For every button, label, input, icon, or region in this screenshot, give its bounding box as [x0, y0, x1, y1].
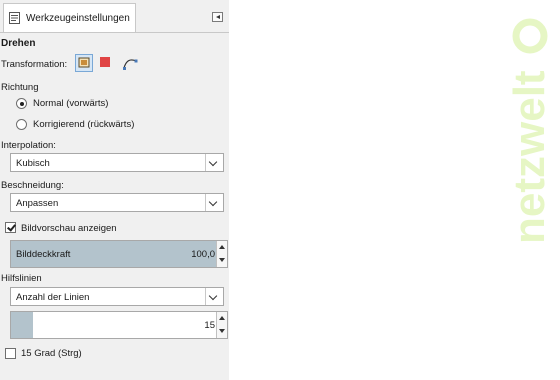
- tool-options-panel: Werkzeugeinstellungen Drehen Transformat…: [0, 0, 229, 380]
- tab-tool-options[interactable]: Werkzeugeinstellungen: [3, 3, 136, 32]
- transformation-label: Transformation:: [1, 59, 68, 70]
- interpolation-value: Kubisch: [16, 157, 50, 169]
- netzwelt-watermark: netzwelt: [500, 10, 560, 250]
- svg-text:netzwelt: netzwelt: [505, 70, 554, 244]
- clipping-value: Anpassen: [16, 197, 59, 209]
- spin-up-icon[interactable]: [217, 241, 227, 254]
- tab-label: Werkzeugeinstellungen: [26, 13, 130, 24]
- opacity-spin-buttons: [216, 241, 227, 267]
- transform-selection-button[interactable]: [97, 54, 115, 72]
- angle15-label[interactable]: 15 Grad (Strg): [21, 348, 82, 359]
- radio-normal-label[interactable]: Normal (vorwärts): [33, 98, 108, 109]
- opacity-label: Bilddeckkraft: [16, 249, 71, 260]
- lines-fill: [11, 312, 33, 338]
- lines-value: 15: [204, 320, 215, 331]
- chevron-down-icon: [205, 194, 223, 211]
- spin-down-icon[interactable]: [217, 325, 227, 338]
- preview-label[interactable]: Bildvorschau anzeigen: [21, 223, 117, 234]
- radio-corrective[interactable]: [16, 119, 27, 130]
- tool-options-icon: [9, 12, 20, 24]
- interpolation-label: Interpolation:: [1, 140, 56, 151]
- radio-corrective-label[interactable]: Korrigierend (rückwärts): [33, 119, 134, 130]
- angle15-checkbox[interactable]: [5, 348, 16, 359]
- spin-up-icon[interactable]: [217, 312, 227, 325]
- transform-layer-button[interactable]: [75, 54, 93, 72]
- clipping-select[interactable]: Anpassen: [10, 193, 224, 212]
- lines-spin-buttons: [216, 312, 227, 338]
- collapse-left-icon[interactable]: [212, 12, 223, 22]
- opacity-value: 100,0: [191, 249, 215, 260]
- dock-tab-bar: Werkzeugeinstellungen: [0, 0, 229, 33]
- guides-value: Anzahl der Linien: [16, 291, 90, 303]
- lines-spinscale[interactable]: 15: [10, 311, 228, 339]
- opacity-spinscale[interactable]: Bilddeckkraft 100,0: [10, 240, 228, 268]
- transform-path-button[interactable]: [121, 54, 139, 72]
- guides-label: Hilfslinien: [1, 273, 42, 284]
- spin-down-icon[interactable]: [217, 254, 227, 267]
- direction-label: Richtung: [1, 82, 39, 93]
- guides-select[interactable]: Anzahl der Linien: [10, 287, 224, 306]
- interpolation-select[interactable]: Kubisch: [10, 153, 224, 172]
- tool-title: Drehen: [1, 38, 36, 49]
- clipping-label: Beschneidung:: [1, 180, 64, 191]
- chevron-down-icon: [205, 154, 223, 171]
- preview-checkbox[interactable]: [5, 222, 16, 233]
- chevron-down-icon: [205, 288, 223, 305]
- radio-normal[interactable]: [16, 98, 27, 109]
